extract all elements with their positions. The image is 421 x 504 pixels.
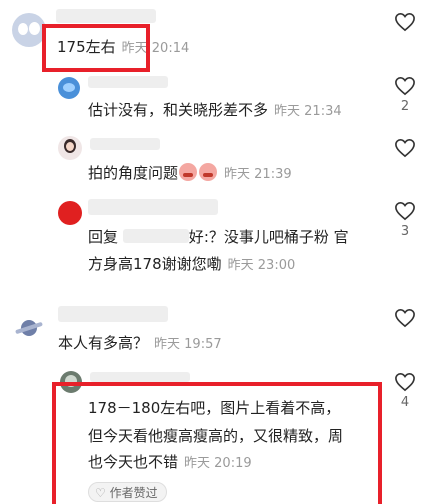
username[interactable] [58, 306, 168, 322]
avatar[interactable] [58, 77, 80, 99]
like-count: 4 [400, 395, 410, 410]
crying-emoji-icon [199, 163, 218, 181]
username[interactable] [56, 9, 156, 23]
comment-text: 本人有多高？ 昨天 19:57 [58, 334, 222, 352]
highlight-box [42, 24, 150, 72]
like-heart-icon[interactable] [394, 372, 416, 392]
reply-username[interactable] [122, 229, 189, 243]
like-count: 2 [400, 99, 410, 114]
comment-text: 拍的角度问题 昨天 21:39 [88, 163, 292, 182]
like-count: 3 [400, 224, 410, 239]
comment-text: 估计没有，和关晓彤差不多 昨天 21:34 [88, 101, 342, 119]
avatar[interactable] [58, 201, 82, 225]
username[interactable] [88, 76, 168, 88]
highlight-box [52, 382, 382, 504]
comment-text-line2: 方身高178谢谢您嘞 昨天 23:00 [88, 255, 296, 273]
avatar[interactable] [12, 13, 46, 47]
like-heart-icon[interactable] [394, 138, 416, 158]
username[interactable] [90, 138, 160, 150]
username[interactable] [88, 199, 218, 215]
username[interactable] [90, 372, 190, 382]
like-heart-icon[interactable] [394, 308, 416, 328]
like-heart-icon[interactable] [394, 76, 416, 96]
like-heart-icon[interactable] [394, 201, 416, 221]
crying-emoji-icon [179, 163, 198, 181]
comment-text: 回复 好:？没事儿吧桶子粉 官 [88, 228, 349, 246]
avatar[interactable] [58, 136, 82, 160]
like-heart-icon[interactable] [394, 12, 416, 32]
avatar[interactable] [12, 311, 46, 345]
